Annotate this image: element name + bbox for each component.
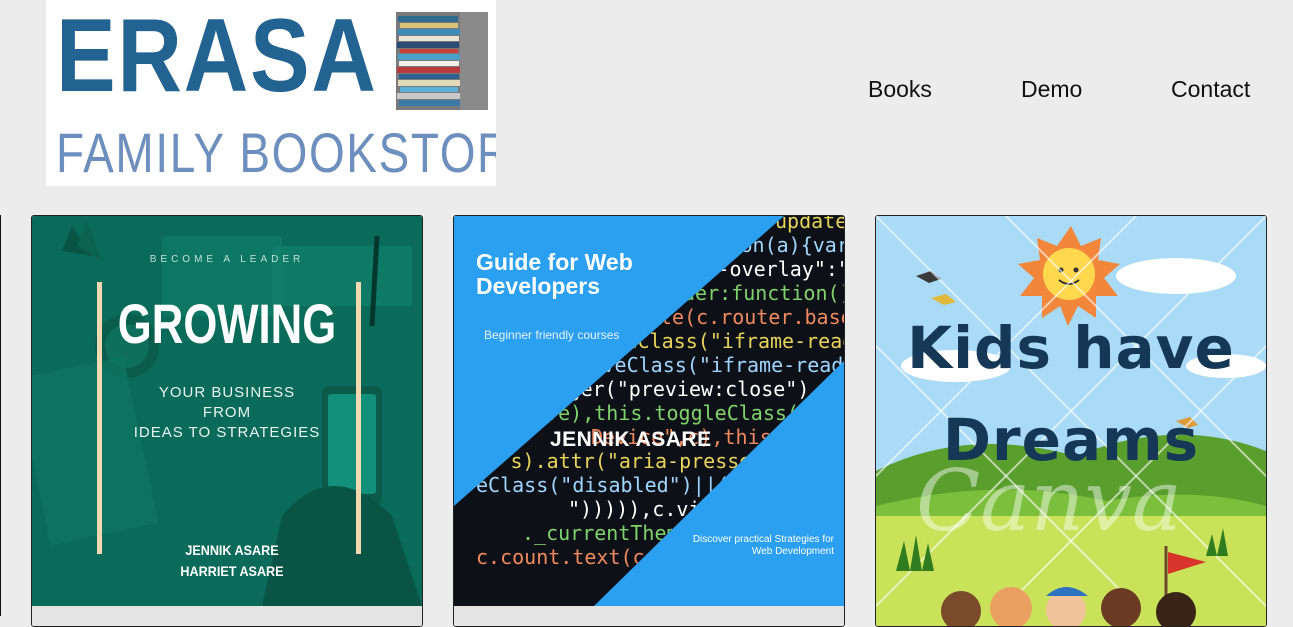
- book-title: Guide for Web Developers: [476, 249, 633, 299]
- book-title-line: Kids have: [907, 314, 1235, 382]
- book-title: GROWING: [117, 292, 337, 355]
- book-card-growing[interactable]: BECOME A LEADER GROWING YOUR BUSINESS FR…: [31, 215, 423, 627]
- logo-tagline: FAMILY BOOKSTORE: [56, 121, 496, 184]
- previous-card-edge: [0, 215, 1, 616]
- card-footer: [32, 606, 422, 626]
- book-author: HARRIET ASARE: [180, 563, 284, 579]
- nav-demo-link[interactable]: Demo: [1021, 76, 1082, 103]
- code-line: -overlay":": [718, 257, 845, 281]
- code-line: eClass("iframe-read: [626, 329, 845, 353]
- nav-contact-link[interactable]: Contact: [1171, 76, 1250, 103]
- code-line: gger("preview:close"),thi: [557, 377, 845, 401]
- code-line: te(c.router.base: [660, 305, 844, 329]
- book-author: JENNIK ASARE: [550, 428, 712, 451]
- card-footer: [454, 606, 844, 626]
- book-description: Discover practical Strategies for Web De…: [692, 534, 834, 557]
- code-line: veClass("iframe-ready: [603, 353, 845, 377]
- code-line: der:function(): [683, 281, 844, 305]
- code-line: update: [775, 216, 844, 233]
- book-subtitle-line: YOUR BUSINESS: [158, 384, 296, 401]
- book-author: JENNIK ASARE: [185, 542, 279, 558]
- canva-watermark: Canva: [916, 452, 1182, 550]
- book-subtitle: Beginner friendly courses: [484, 328, 620, 342]
- book-subtitle-line: IDEAS TO STRATEGIES: [133, 424, 321, 441]
- book-kicker: BECOME A LEADER: [149, 254, 305, 265]
- book-subtitle-line: FROM: [202, 404, 252, 421]
- nav-books-link[interactable]: Books: [868, 76, 932, 103]
- book-card-kids[interactable]: Kids have Dreams Canva: [875, 215, 1267, 627]
- book-card-web-guide[interactable]: update on(a){var -overlay":" der:function()…: [453, 215, 845, 627]
- main-nav: Books Demo Contact: [0, 76, 1293, 106]
